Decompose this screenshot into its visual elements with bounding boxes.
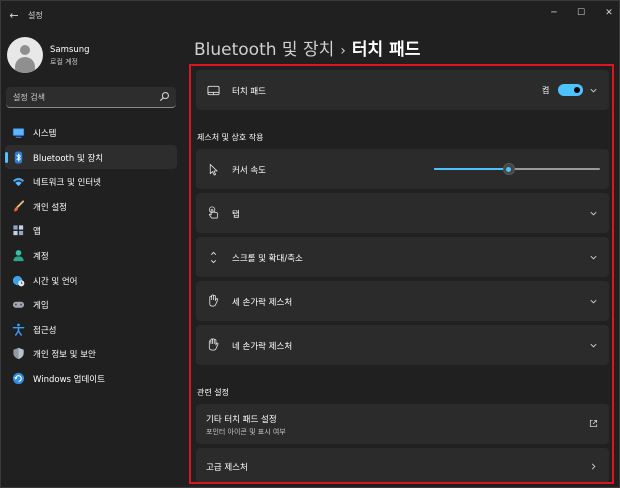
breadcrumb: Bluetooth 및 장치 › 터치 패드 — [194, 35, 420, 60]
brush-icon — [14, 200, 25, 212]
sidebar-item-label: 게임 — [33, 301, 49, 312]
sidebar-item-personalization[interactable]: 개인 설정 — [5, 194, 177, 219]
close-button[interactable]: ✕ — [597, 5, 620, 21]
breadcrumb-parent[interactable]: Bluetooth 및 장치 — [194, 40, 334, 60]
person-icon — [13, 250, 24, 262]
sidebar-item-windows-update[interactable]: Windows 업데이트 — [5, 366, 177, 391]
sidebar-item-label: 앱 — [33, 227, 41, 238]
sidebar-item-bluetooth-devices[interactable]: Bluetooth 및 장치 — [5, 144, 177, 170]
globe-clock-icon — [12, 275, 25, 286]
minimize-button[interactable]: ─ — [542, 5, 566, 21]
sidebar-item-label: Bluetooth 및 장치 — [33, 153, 104, 164]
sidebar-item-gaming[interactable]: 게임 — [5, 292, 177, 317]
profile-name: Samsung — [50, 45, 90, 55]
sidebar-item-accounts[interactable]: 계정 — [5, 243, 177, 268]
accessibility-icon — [12, 323, 25, 336]
avatar-body — [15, 57, 35, 73]
page-title: 터치 패드 — [351, 40, 421, 60]
settings-window: ← 설정 ─ ☐ ✕ Samsung 로컬 계정 시스템 — [0, 0, 620, 488]
update-icon — [12, 372, 25, 385]
sidebar-item-label: 시스템 — [33, 129, 57, 139]
search-box[interactable] — [6, 87, 176, 108]
breadcrumb-separator: › — [340, 43, 346, 59]
avatar[interactable] — [7, 37, 43, 73]
gamepad-icon — [12, 301, 25, 308]
sidebar-item-label: 네트워크 및 인터넷 — [33, 178, 101, 189]
sidebar-item-label: 개인 정보 및 보안 — [33, 350, 96, 361]
bluetooth-icon — [14, 151, 23, 164]
shield-icon — [13, 348, 24, 360]
profile-account-type: 로컬 계정 — [50, 58, 78, 66]
app-title: 설정 — [28, 11, 43, 20]
sidebar-item-time-language[interactable]: 시간 및 언어 — [5, 268, 177, 293]
maximize-button[interactable]: ☐ — [569, 5, 593, 21]
avatar-head — [20, 45, 30, 55]
sidebar-item-label: 계정 — [33, 251, 49, 262]
sidebar-item-network[interactable]: 네트워크 및 인터넷 — [5, 169, 177, 194]
sidebar-item-apps[interactable]: 앱 — [5, 218, 177, 243]
wifi-icon — [12, 178, 25, 187]
sidebar-item-privacy-security[interactable]: 개인 정보 및 보안 — [5, 341, 177, 366]
sidebar-item-accessibility[interactable]: 접근성 — [5, 317, 177, 342]
sidebar-item-system[interactable]: 시스템 — [5, 120, 177, 145]
sidebar-item-label: Windows 업데이트 — [33, 374, 105, 385]
monitor-icon — [12, 128, 25, 138]
sidebar-item-label: 접근성 — [33, 325, 57, 336]
sidebar-item-label: 개인 설정 — [33, 202, 67, 213]
title-bar: ← 설정 ─ ☐ ✕ — [1, 1, 619, 31]
back-button[interactable]: ← — [5, 7, 23, 25]
sidebar-item-label: 시간 및 언어 — [33, 276, 78, 287]
highlight-annotation — [189, 64, 614, 484]
apps-icon — [13, 225, 24, 236]
sidebar-nav: 시스템 Bluetooth 및 장치 네트워크 및 인터넷 개인 설정 앱 계정… — [5, 120, 177, 391]
search-icon[interactable] — [159, 91, 170, 102]
search-input[interactable] — [13, 90, 153, 104]
